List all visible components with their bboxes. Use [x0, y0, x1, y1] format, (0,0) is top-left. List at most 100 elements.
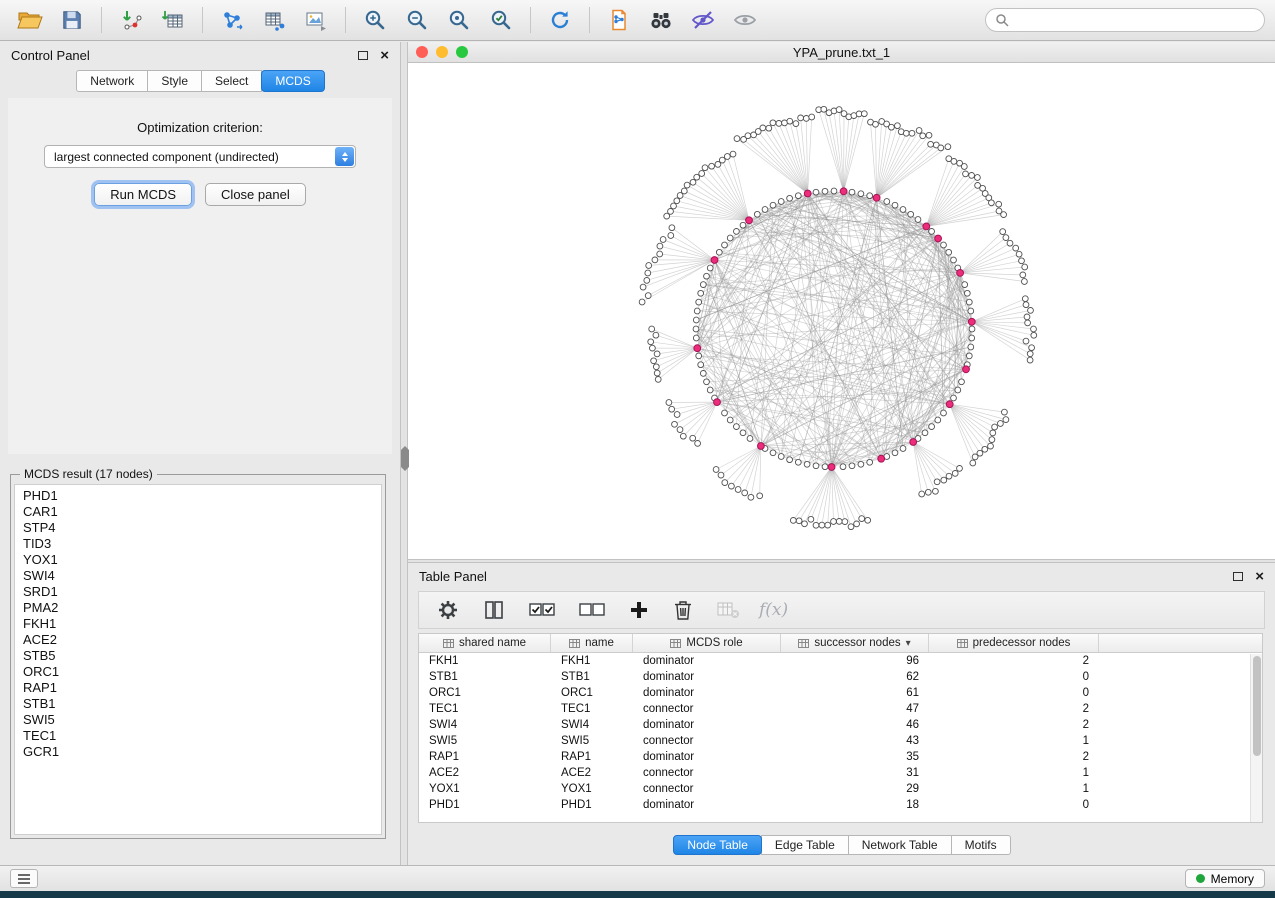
network-node[interactable] [916, 128, 922, 134]
network-node[interactable] [757, 493, 763, 499]
network-node[interactable] [941, 477, 947, 483]
network-node[interactable] [865, 517, 871, 523]
mcds-result-item[interactable]: TID3 [15, 536, 381, 552]
save-session-button[interactable] [52, 4, 92, 37]
table-settings-button[interactable] [433, 594, 463, 627]
network-node[interactable] [790, 518, 796, 524]
network-node[interactable] [707, 387, 713, 393]
column-header-mcds-role[interactable]: MCDS role [633, 634, 781, 652]
import-table-button[interactable] [153, 4, 193, 37]
table-row[interactable]: SWI5SWI5connector431 [419, 733, 1262, 749]
network-node[interactable] [955, 387, 961, 393]
network-hub-node[interactable] [923, 223, 930, 230]
network-hub-node[interactable] [828, 464, 835, 471]
network-node[interactable] [729, 483, 735, 489]
network-node[interactable] [646, 263, 652, 269]
network-node[interactable] [900, 207, 906, 213]
column-header-shared-name[interactable]: shared name [419, 634, 551, 652]
network-node[interactable] [657, 251, 663, 257]
table-row[interactable]: TEC1TEC1connector472 [419, 701, 1262, 717]
network-node[interactable] [959, 379, 965, 385]
network-node[interactable] [873, 121, 879, 127]
network-node[interactable] [645, 293, 651, 299]
close-table-panel-icon[interactable]: × [1255, 569, 1264, 584]
hide-selected-button[interactable] [683, 4, 723, 37]
network-node[interactable] [680, 433, 686, 439]
network-node[interactable] [778, 199, 784, 205]
network-node[interactable] [895, 123, 901, 129]
network-node[interactable] [1022, 296, 1028, 302]
network-node[interactable] [742, 490, 748, 496]
network-hub-node[interactable] [878, 455, 885, 462]
mcds-result-item[interactable]: STB5 [15, 648, 381, 664]
network-node[interactable] [655, 377, 661, 383]
network-node[interactable] [831, 188, 837, 194]
mcds-result-item[interactable]: PHD1 [15, 488, 381, 504]
network-node[interactable] [969, 173, 975, 179]
network-node[interactable] [803, 116, 809, 122]
network-node[interactable] [966, 353, 972, 359]
network-node[interactable] [964, 290, 970, 296]
open-session-button[interactable] [10, 4, 50, 37]
network-hub-node[interactable] [910, 439, 917, 446]
network-node[interactable] [1023, 338, 1029, 344]
network-node[interactable] [698, 362, 704, 368]
network-node[interactable] [970, 460, 976, 466]
share-document-button[interactable] [599, 4, 639, 37]
network-node[interactable] [929, 424, 935, 430]
network-node[interactable] [822, 464, 828, 470]
network-hub-node[interactable] [804, 190, 811, 197]
network-node[interactable] [700, 371, 706, 377]
table-row[interactable]: ACE2ACE2connector311 [419, 765, 1262, 781]
network-node[interactable] [795, 459, 801, 465]
network-node[interactable] [690, 435, 696, 441]
network-node[interactable] [922, 430, 928, 436]
network-node[interactable] [734, 229, 740, 235]
network-node[interactable] [840, 464, 846, 470]
network-node[interactable] [702, 165, 708, 171]
network-node[interactable] [660, 237, 666, 243]
network-node[interactable] [858, 461, 864, 467]
network-node[interactable] [730, 151, 736, 157]
search-input[interactable] [1015, 13, 1255, 27]
network-node[interactable] [709, 163, 715, 169]
column-header-predecessor-nodes[interactable]: predecessor nodes [929, 634, 1099, 652]
network-node[interactable] [795, 193, 801, 199]
network-node[interactable] [766, 125, 772, 131]
network-node[interactable] [858, 191, 864, 197]
network-node[interactable] [951, 395, 957, 401]
network-node[interactable] [849, 189, 855, 195]
network-node[interactable] [770, 450, 776, 456]
network-node[interactable] [989, 437, 995, 443]
network-node[interactable] [946, 473, 952, 479]
zoom-out-button[interactable] [397, 4, 437, 37]
network-node[interactable] [861, 111, 867, 117]
network-node[interactable] [802, 521, 808, 527]
network-node[interactable] [668, 233, 674, 239]
network-node[interactable] [1028, 308, 1034, 314]
network-node[interactable] [695, 441, 701, 447]
network-node[interactable] [693, 335, 699, 341]
delete-row-button[interactable] [669, 594, 697, 627]
network-node[interactable] [819, 522, 825, 528]
network-node[interactable] [842, 519, 848, 525]
refresh-button[interactable] [540, 4, 580, 37]
network-node[interactable] [813, 522, 819, 528]
network-node[interactable] [652, 257, 658, 263]
zoom-in-button[interactable] [355, 4, 395, 37]
new-table-button[interactable] [254, 4, 294, 37]
float-table-panel-icon[interactable] [1233, 572, 1243, 581]
mcds-result-item[interactable]: RAP1 [15, 680, 381, 696]
network-node[interactable] [787, 457, 793, 463]
tab-network[interactable]: Network [76, 70, 148, 92]
network-node[interactable] [734, 424, 740, 430]
mcds-result-item[interactable]: STP4 [15, 520, 381, 536]
column-header-name[interactable]: name [551, 634, 633, 652]
network-node[interactable] [671, 203, 677, 209]
network-node[interactable] [700, 282, 706, 288]
network-node[interactable] [1023, 302, 1029, 308]
network-node[interactable] [867, 459, 873, 465]
network-node[interactable] [938, 145, 944, 151]
network-node[interactable] [951, 159, 957, 165]
network-node[interactable] [989, 200, 995, 206]
